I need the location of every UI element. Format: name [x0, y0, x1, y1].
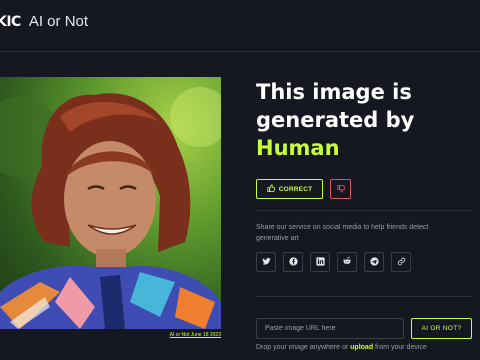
drop-suffix: from your device [373, 344, 427, 351]
analyzed-image [0, 77, 221, 329]
logo-mark: KIC [0, 13, 21, 30]
linkedin-share-button[interactable] [310, 252, 330, 272]
logo[interactable]: KIC AI or Not [0, 13, 88, 30]
linkedin-icon [315, 253, 325, 271]
app-name: AI or Not [28, 13, 89, 30]
telegram-icon [369, 253, 379, 271]
reddit-share-button[interactable] [337, 252, 357, 272]
image-url-input[interactable] [256, 318, 404, 339]
copy-link-button[interactable] [391, 252, 411, 272]
reddit-icon [342, 253, 352, 271]
incorrect-button[interactable] [330, 179, 351, 199]
facebook-share-button[interactable] [283, 252, 303, 272]
header-divider [0, 51, 480, 52]
correct-button[interactable]: CORRECT [256, 179, 323, 199]
link-icon [397, 253, 406, 271]
thumbs-down-icon [336, 180, 345, 198]
image-caption-link[interactable]: AI or Not June 18 2023 [0, 332, 221, 338]
correct-label: CORRECT [278, 185, 313, 193]
headline-line-2: generated by [256, 108, 415, 132]
divider [256, 210, 472, 211]
twitter-icon [261, 253, 271, 271]
result-headline: This image is generated by Human [256, 78, 476, 162]
ai-or-not-button[interactable]: AI OR NOT? [411, 318, 472, 339]
twitter-share-button[interactable] [256, 252, 276, 272]
social-share-buttons [256, 252, 411, 272]
drop-prefix: Drop your image anywhere or [256, 344, 351, 351]
facebook-icon [288, 253, 298, 271]
upload-link[interactable]: upload [350, 344, 373, 351]
telegram-share-button[interactable] [364, 252, 384, 272]
verdict-label: Human [256, 136, 340, 160]
drop-instructions: Drop your image anywhere or upload from … [256, 344, 427, 351]
divider [256, 296, 472, 297]
share-text: Share our service on social media to hel… [256, 224, 429, 242]
headline-line-1: This image is [256, 80, 412, 104]
thumbs-up-icon [267, 184, 275, 194]
